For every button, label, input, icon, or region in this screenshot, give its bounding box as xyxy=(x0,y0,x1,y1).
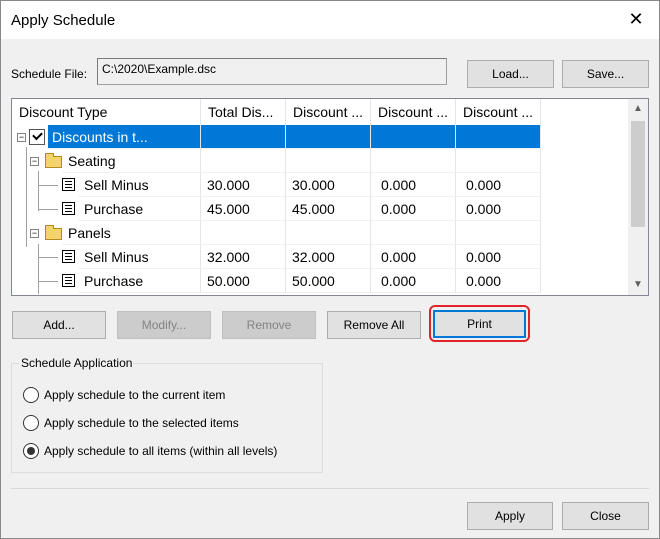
dialog-title: Apply Schedule xyxy=(11,12,116,29)
tree-cell: 0.000 xyxy=(456,269,541,293)
remove-button[interactable]: Remove xyxy=(222,311,316,339)
tree-header: Discount Type Total Dis... Discount ... … xyxy=(12,99,628,125)
tree-cell: 45.000 xyxy=(286,197,371,221)
radio-button[interactable] xyxy=(23,415,39,431)
schedule-file-label: Schedule File: xyxy=(11,67,88,81)
tree-row[interactable]: Sell Minus 32.000 32.000 0.000 0.000 xyxy=(12,245,628,269)
add-button[interactable]: Add... xyxy=(12,311,106,339)
tree-row[interactable]: Sell Minus 30.000 30.000 0.000 0.000 xyxy=(12,173,628,197)
column-header[interactable]: Discount Type xyxy=(12,99,201,125)
tree-row[interactable]: − Panels xyxy=(12,221,628,245)
collapse-icon[interactable]: − xyxy=(17,133,26,142)
tree-item-label: Panels xyxy=(62,221,201,245)
tree-cell: 0.000 xyxy=(371,197,456,221)
tree-item-label: Purchase xyxy=(78,269,201,293)
tree-item-label: Sell Minus xyxy=(78,173,201,197)
tree-cell: 50.000 xyxy=(201,269,286,293)
tree-cell: 30.000 xyxy=(286,173,371,197)
tree-cell: 32.000 xyxy=(201,245,286,269)
tree-cell xyxy=(456,149,541,173)
load-button[interactable]: Load... xyxy=(467,60,554,88)
footer-separator xyxy=(11,488,649,489)
tree-cell xyxy=(286,149,371,173)
checklist-icon xyxy=(29,129,45,145)
tree-cell xyxy=(201,125,286,149)
tree-cell: 0.000 xyxy=(456,197,541,221)
tree-cell: 0.000 xyxy=(371,269,456,293)
document-icon xyxy=(62,202,75,215)
vertical-scrollbar[interactable]: ▲ ▼ xyxy=(628,99,648,295)
document-icon xyxy=(62,250,75,263)
radio-button[interactable] xyxy=(23,443,39,459)
tree-item-label: Seating xyxy=(62,149,201,173)
close-button[interactable]: Close xyxy=(562,502,649,530)
radio-button[interactable] xyxy=(23,387,39,403)
apply-button[interactable]: Apply xyxy=(467,502,553,530)
tree-cell xyxy=(456,221,541,245)
folder-icon xyxy=(45,153,62,168)
radio-selected-dot xyxy=(27,447,35,455)
tree-cell: 0.000 xyxy=(456,173,541,197)
scroll-up-icon[interactable]: ▲ xyxy=(628,99,648,119)
tree-row[interactable]: Purchase 45.000 45.000 0.000 0.000 xyxy=(12,197,628,221)
tree-cell xyxy=(286,221,371,245)
tree-cell: 45.000 xyxy=(201,197,286,221)
title-bar: Apply Schedule ✕ xyxy=(1,1,659,39)
document-icon xyxy=(62,178,75,191)
tree-row[interactable]: − Seating xyxy=(12,149,628,173)
tree-cell: 0.000 xyxy=(456,245,541,269)
tree-cell xyxy=(201,149,286,173)
radio-label: Apply schedule to the selected items xyxy=(44,416,239,430)
column-header[interactable]: Discount ... xyxy=(286,99,371,125)
tree-item-label: Discounts in t... xyxy=(48,125,201,149)
collapse-icon[interactable]: − xyxy=(30,229,39,238)
column-header[interactable]: Discount ... xyxy=(456,99,541,125)
tree-item-label: Sell Minus xyxy=(78,245,201,269)
radio-label: Apply schedule to the current item xyxy=(44,388,226,402)
tree-cell xyxy=(371,149,456,173)
tree-cell: 50.000 xyxy=(286,269,371,293)
tree-cell xyxy=(201,221,286,245)
column-header[interactable]: Discount ... xyxy=(371,99,456,125)
close-icon[interactable]: ✕ xyxy=(627,10,645,28)
scroll-down-icon[interactable]: ▼ xyxy=(628,275,648,295)
remove-all-button[interactable]: Remove All xyxy=(327,311,421,339)
column-header[interactable]: Total Dis... xyxy=(201,99,286,125)
tree-cell xyxy=(286,125,371,149)
folder-icon xyxy=(45,225,62,240)
group-title: Schedule Application xyxy=(19,356,135,370)
radio-label: Apply schedule to all items (within all … xyxy=(44,444,278,458)
print-button[interactable]: Print xyxy=(433,310,526,338)
discount-tree-list[interactable]: Discount Type Total Dis... Discount ... … xyxy=(11,98,649,296)
scrollbar-thumb[interactable] xyxy=(631,121,645,227)
tree-cell xyxy=(371,125,456,149)
apply-schedule-dialog: Apply Schedule ✕ Schedule File: C:\2020\… xyxy=(0,0,660,539)
tree-cell xyxy=(371,221,456,245)
save-button[interactable]: Save... xyxy=(562,60,649,88)
tree-cell xyxy=(456,125,541,149)
tree-cell: 30.000 xyxy=(201,173,286,197)
tree-row[interactable]: − Discounts in t... xyxy=(12,125,628,149)
tree-item-label: Purchase xyxy=(78,197,201,221)
document-icon xyxy=(62,274,75,287)
tree-cell: 0.000 xyxy=(371,173,456,197)
tree-cell: 32.000 xyxy=(286,245,371,269)
tree-cell: 0.000 xyxy=(371,245,456,269)
modify-button[interactable]: Modify... xyxy=(117,311,211,339)
tree-row[interactable]: Purchase 50.000 50.000 0.000 0.000 xyxy=(12,269,628,293)
schedule-file-path: C:\2020\Example.dsc xyxy=(97,58,447,85)
collapse-icon[interactable]: − xyxy=(30,157,39,166)
